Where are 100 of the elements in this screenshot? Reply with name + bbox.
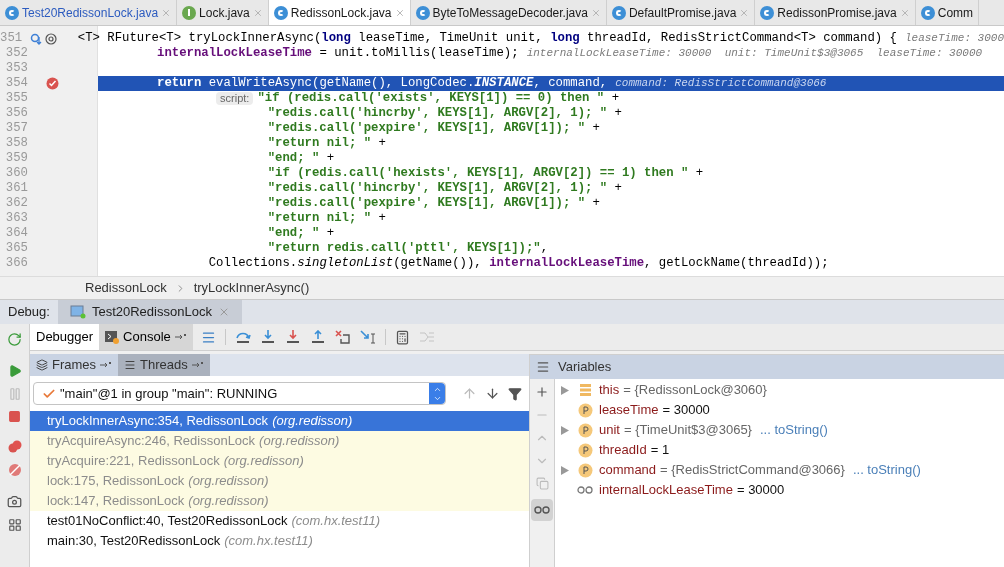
close-icon[interactable] bbox=[161, 7, 172, 18]
class-icon bbox=[5, 5, 19, 20]
breakpoint-icon[interactable] bbox=[46, 77, 59, 90]
expand-icon[interactable] bbox=[561, 425, 569, 435]
code-text: "end; " + bbox=[267, 150, 335, 167]
breakpoints-icon[interactable] bbox=[7, 440, 22, 454]
down-arrow-icon[interactable] bbox=[485, 386, 500, 401]
resume-icon[interactable] bbox=[7, 364, 22, 378]
line-number: 363 bbox=[4, 210, 29, 227]
class-icon bbox=[415, 5, 430, 20]
parameter-icon bbox=[577, 422, 593, 438]
line-number: 358 bbox=[4, 135, 29, 152]
tostring-link[interactable]: ... toString() bbox=[759, 420, 828, 440]
watches-button[interactable] bbox=[531, 499, 553, 521]
line-number: 357 bbox=[4, 120, 29, 137]
frames-icon bbox=[36, 359, 48, 371]
line-number: 359 bbox=[4, 150, 29, 167]
variable-name: command bbox=[599, 461, 657, 480]
line-number: 364 bbox=[4, 225, 29, 242]
close-icon[interactable] bbox=[739, 7, 750, 18]
object-icon bbox=[579, 384, 591, 396]
implements-icon[interactable] bbox=[30, 32, 43, 45]
inline-hint: internalLockLeaseTime: 30000 unit: TimeUnit$3@3065 leaseTime: 30000 bbox=[526, 46, 983, 62]
annotation-icon[interactable] bbox=[45, 32, 58, 45]
frames-list-icon[interactable] bbox=[200, 329, 216, 345]
thread-selector[interactable]: "main"@1 in group "main": RUNNING bbox=[33, 382, 446, 405]
code-text: "redis.call('pexpire', KEYS[1], ARGV[1]); " + bbox=[267, 120, 600, 137]
line-number: 356 bbox=[4, 105, 29, 122]
close-icon[interactable] bbox=[590, 7, 601, 18]
code-text: "return redis.call('pttl', KEYS[1]);", bbox=[267, 240, 549, 257]
copy-icon[interactable] bbox=[535, 477, 549, 490]
variable-value: = 1 bbox=[650, 441, 670, 460]
breadcrumb-item[interactable]: RedissonLock bbox=[85, 278, 167, 298]
variables-icon bbox=[536, 360, 550, 374]
variable-name: unit bbox=[599, 421, 620, 440]
close-icon[interactable] bbox=[252, 7, 263, 18]
line-number: 360 bbox=[4, 165, 29, 182]
panel-tab[interactable]: Frames bbox=[30, 354, 119, 376]
line-number: 354 bbox=[0, 74, 32, 93]
expand-icon[interactable] bbox=[561, 465, 569, 475]
calculator-icon[interactable] bbox=[394, 329, 410, 345]
code-text: internalLockLeaseTime = unit.toMillis(leaseTime); bbox=[157, 45, 519, 63]
application-icon bbox=[69, 305, 86, 319]
add-icon[interactable] bbox=[535, 385, 549, 399]
stop-icon[interactable] bbox=[8, 410, 21, 423]
code-text: "if (redis.call('exists', KEYS[1]) == 0) then " + bbox=[257, 90, 619, 107]
close-icon[interactable] bbox=[394, 7, 405, 18]
line-number: 366 bbox=[4, 255, 29, 273]
code-text: <T> RFuture<T> tryLockInnerAsync(long leaseTime, TimeUnit unit, long threadId, RedisStrictCommand<T> command) { bbox=[77, 30, 897, 47]
inline-hint: leaseTime: 3000 bbox=[904, 31, 1004, 47]
debugger-tab[interactable]: Debugger bbox=[30, 324, 100, 350]
debugger-tab[interactable]: Console bbox=[99, 324, 193, 350]
step-over-icon[interactable] bbox=[234, 330, 251, 344]
drop-frame-icon[interactable] bbox=[334, 330, 351, 344]
panel-tab[interactable]: Threads bbox=[118, 354, 210, 376]
interface-icon bbox=[182, 5, 197, 20]
code-text: "redis.call('hincrby', KEYS[1], ARGV[2], 1); " + bbox=[267, 180, 622, 197]
class-icon bbox=[273, 5, 288, 20]
editor-tab[interactable]: RedissonLock.java bbox=[268, 0, 411, 25]
line-number: 351 bbox=[0, 30, 24, 47]
code-text: "end; " + bbox=[267, 225, 335, 242]
watch-icon bbox=[577, 486, 593, 494]
close-icon[interactable] bbox=[899, 7, 910, 18]
line-number: 361 bbox=[4, 180, 29, 197]
filter-icon[interactable] bbox=[508, 386, 522, 401]
code-text: "return nil; " + bbox=[267, 210, 386, 227]
class-icon bbox=[760, 5, 775, 20]
code-text: "if (redis.call('hexists', KEYS[1], ARGV[2]) == 1) then " + bbox=[267, 165, 704, 182]
parameter-icon bbox=[577, 442, 593, 458]
class-icon bbox=[920, 5, 935, 20]
code-text: Collections.singletonList(getName()), internalLockLeaseTime, getLockName(threadId)); bbox=[208, 255, 829, 273]
rerun-icon[interactable] bbox=[7, 332, 22, 347]
pin-icon[interactable] bbox=[100, 361, 113, 369]
layout-icon[interactable] bbox=[7, 518, 22, 532]
step-out-icon[interactable] bbox=[309, 330, 326, 344]
tostring-link[interactable]: ... toString() bbox=[852, 460, 921, 480]
camera-icon[interactable] bbox=[7, 494, 22, 509]
line-number: 365 bbox=[4, 240, 29, 257]
class-icon bbox=[611, 5, 626, 20]
force-step-into-icon[interactable] bbox=[284, 330, 301, 344]
pin-icon[interactable] bbox=[191, 361, 204, 369]
trace-icon bbox=[418, 330, 435, 344]
line-number: 353 bbox=[4, 60, 29, 77]
pin-icon[interactable] bbox=[174, 333, 187, 341]
step-into-icon[interactable] bbox=[259, 330, 276, 344]
variable-value: = {RedissonLock@3060} bbox=[623, 381, 767, 400]
run-to-cursor-icon[interactable] bbox=[359, 330, 376, 344]
variable-value: = 30000 bbox=[736, 481, 785, 500]
variable-value: = 30000 bbox=[662, 401, 710, 420]
code-text: return evalWriteAsync(getName(), LongCodec.INSTANCE, command, bbox=[157, 75, 608, 92]
variable-value: = {RedisStrictCommand@3066} bbox=[660, 461, 845, 480]
code-text: "redis.call('pexpire', KEYS[1], ARGV[1]); " + bbox=[267, 195, 600, 212]
breadcrumb-item[interactable]: tryLockInnerAsync() bbox=[193, 278, 310, 298]
line-number: 352 bbox=[4, 45, 29, 62]
expand-icon[interactable] bbox=[561, 385, 569, 395]
code-text: "redis.call('hincrby', KEYS[1], ARGV[2], 1); " + bbox=[267, 105, 622, 122]
frame-row[interactable]: tryLockInnerAsync:354, RedissonLock (org.redisson) bbox=[30, 411, 529, 431]
session-tab[interactable]: Test20RedissonLock bbox=[57, 300, 242, 324]
mute-breakpoints-icon[interactable] bbox=[7, 463, 22, 477]
glasses-icon bbox=[534, 506, 550, 514]
